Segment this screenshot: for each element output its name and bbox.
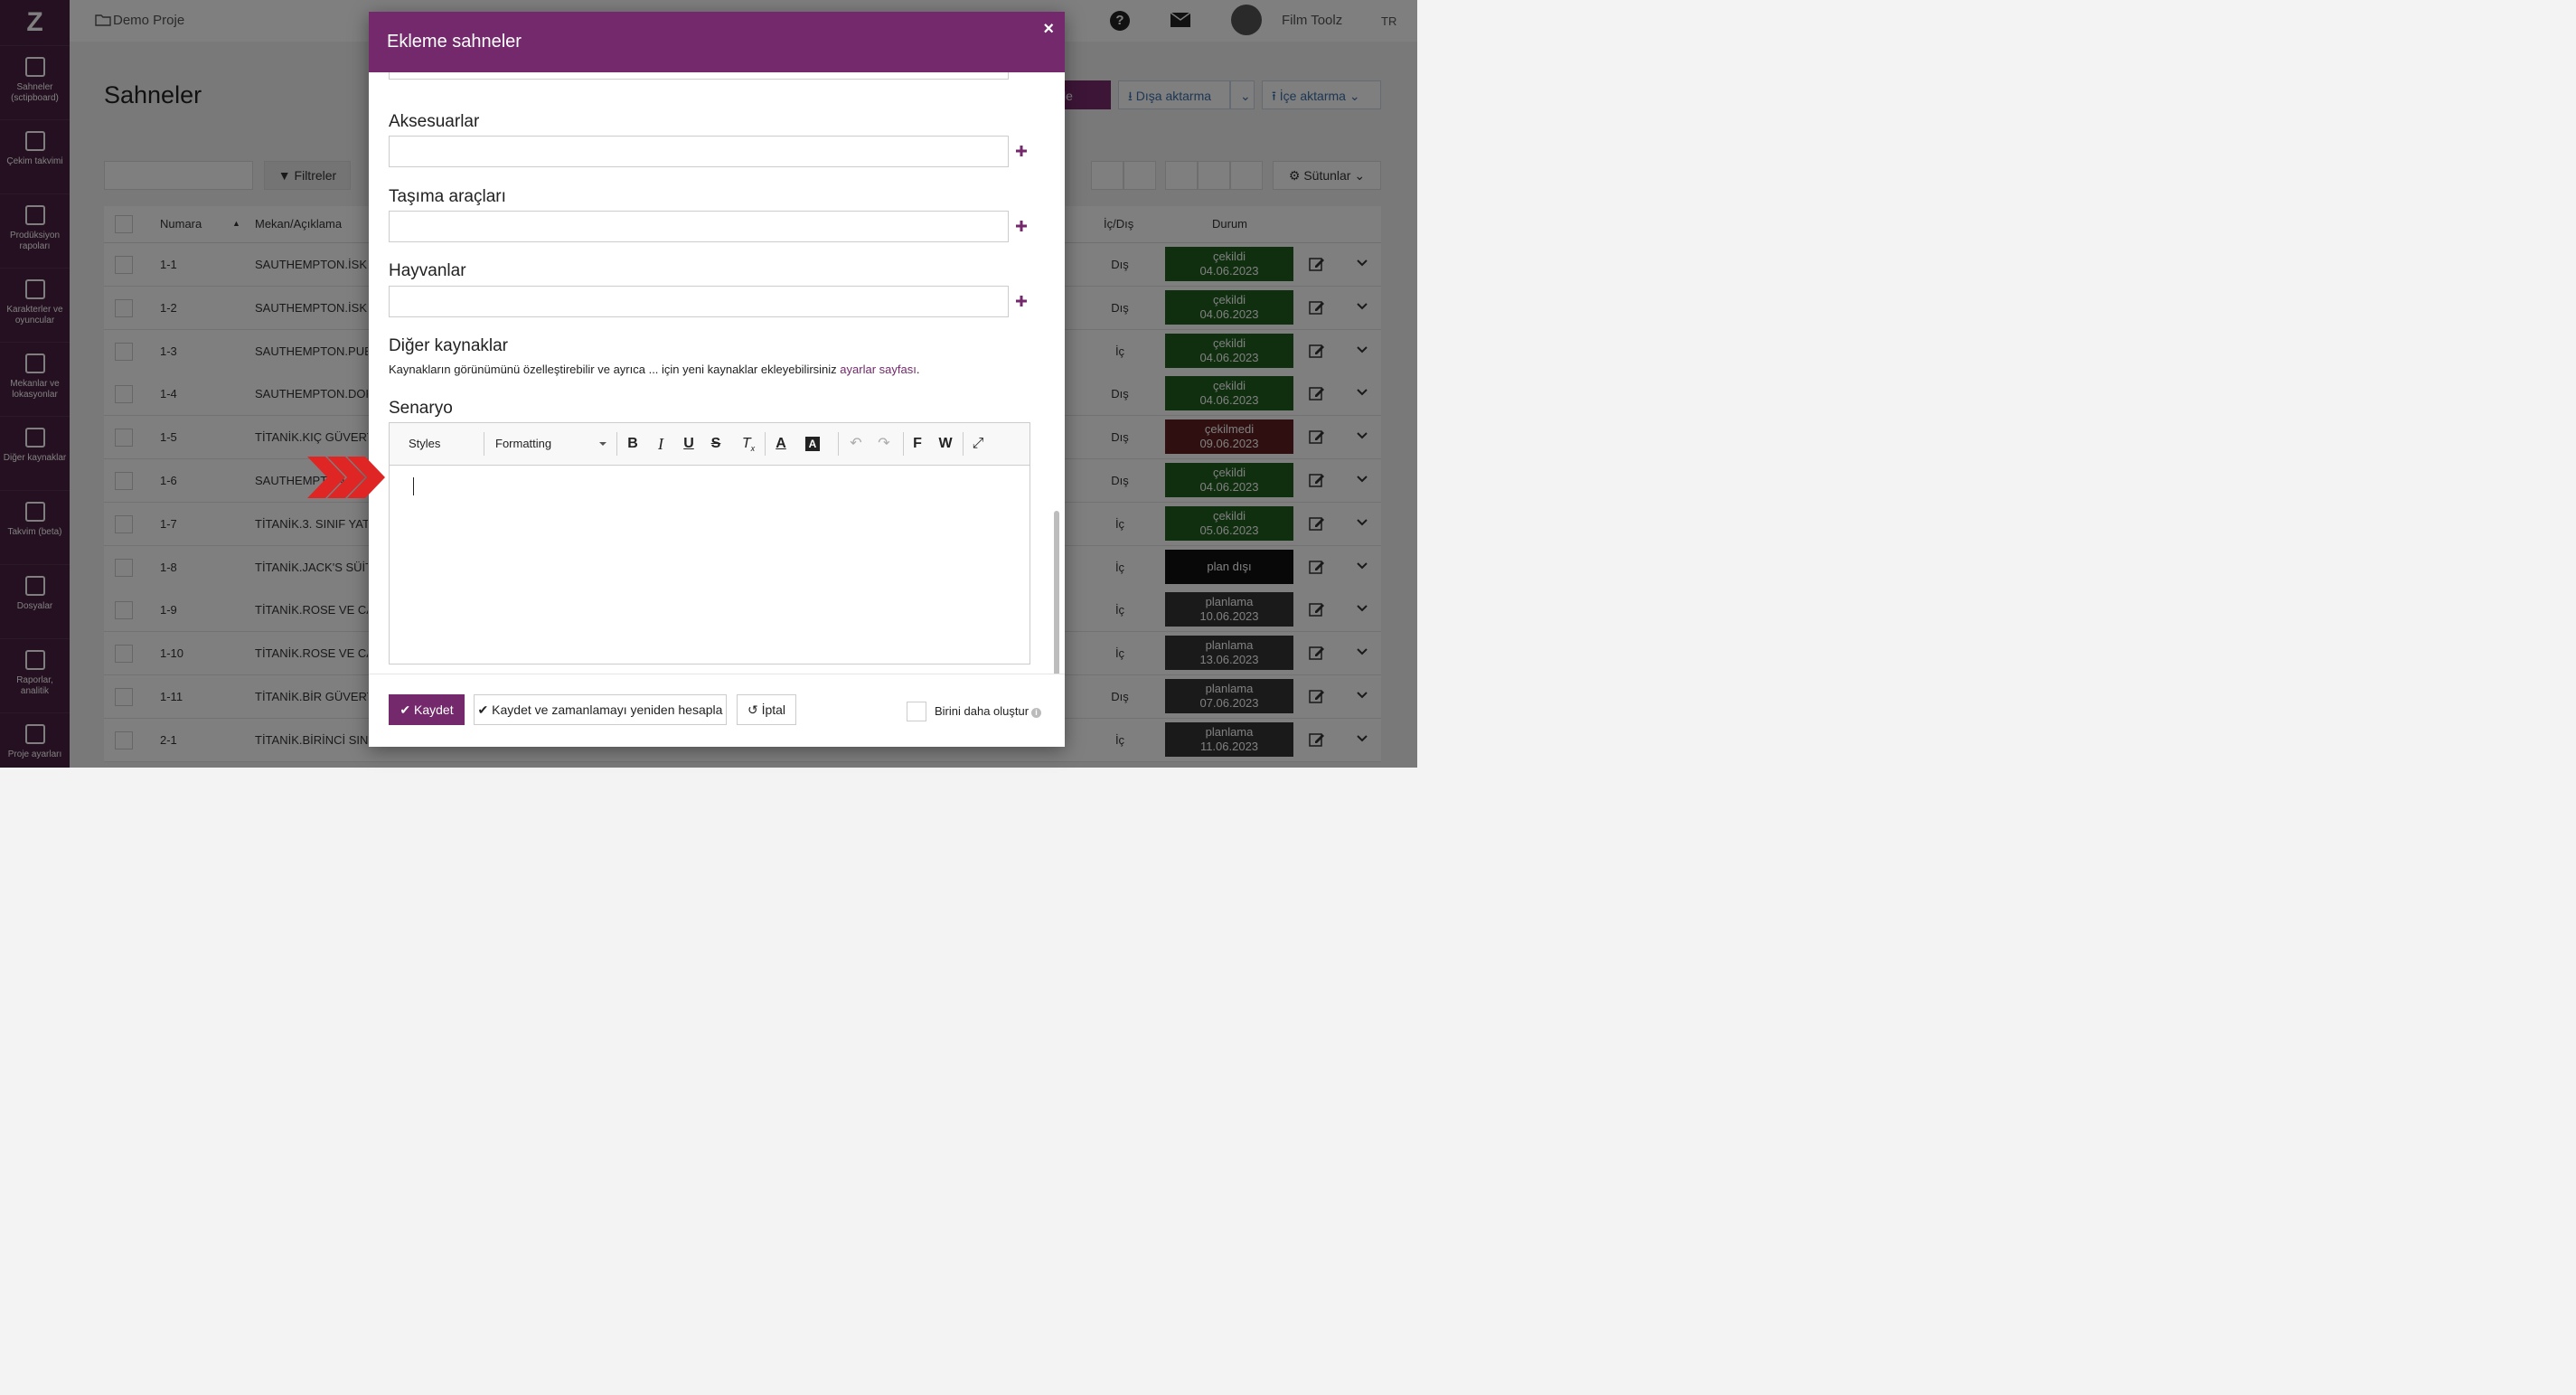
vehicles-label: Taşıma araçları: [389, 187, 506, 206]
italic-icon[interactable]: I: [651, 434, 671, 454]
add-scene-modal: Ekleme sahneler × Aksesuarlar Taşıma ara…: [369, 12, 1065, 747]
resources-help-text: Kaynakların görünümünü özelleştirebilir …: [389, 363, 919, 376]
info-icon[interactable]: i: [1031, 708, 1042, 718]
modal-header: Ekleme sahneler ×: [369, 12, 1065, 72]
settings-page-link[interactable]: ayarlar sayfası: [840, 363, 917, 376]
toolbar-separator: [838, 432, 839, 456]
modal-title: Ekleme sahneler: [387, 32, 522, 52]
add-animal-plus-icon[interactable]: [1015, 295, 1028, 307]
editor-content-area[interactable]: [390, 466, 1029, 664]
clear-format-icon[interactable]: Tx: [738, 434, 758, 454]
add-accessory-plus-icon[interactable]: [1015, 145, 1028, 157]
close-icon[interactable]: ×: [1043, 19, 1054, 40]
script-editor: Styles Formatting B I U S Tx A A ↶ ↷ F W: [389, 422, 1030, 665]
create-another-text: Birini daha oluştur: [935, 704, 1029, 718]
bold-icon[interactable]: B: [623, 434, 643, 454]
modal-scrollbar[interactable]: [1054, 511, 1059, 674]
strikethrough-icon[interactable]: S: [706, 434, 726, 454]
previous-field-input[interactable]: [389, 72, 1009, 80]
editor-toolbar: Styles Formatting B I U S Tx A A ↶ ↷ F W: [390, 423, 1029, 466]
red-arrows-annotation: [307, 457, 385, 498]
toolbar-separator: [765, 432, 766, 456]
accessories-label: Aksesuarlar: [389, 112, 480, 131]
toolbar-separator: [903, 432, 904, 456]
toolbar-separator: [616, 432, 617, 456]
cancel-label: İptal: [761, 702, 786, 717]
create-another-checkbox[interactable]: [907, 702, 926, 721]
save-label: Kaydet: [414, 702, 454, 717]
fullscreen-icon[interactable]: ⤢: [968, 434, 988, 454]
text-caret: [413, 477, 414, 495]
other-resources-label: Diğer kaynaklar: [389, 336, 508, 355]
modal-body: Aksesuarlar Taşıma araçları Hayvanlar Di…: [369, 72, 1065, 674]
underline-icon[interactable]: U: [679, 434, 699, 454]
save-button[interactable]: ✔ Kaydet: [389, 694, 465, 725]
toolbar-separator: [963, 432, 964, 456]
background-color-icon[interactable]: A: [805, 437, 820, 451]
undo-icon[interactable]: ↶: [846, 434, 866, 454]
redo-icon[interactable]: ↷: [874, 434, 894, 454]
word-icon[interactable]: W: [935, 434, 955, 454]
text-color-icon[interactable]: A: [771, 434, 791, 454]
cancel-button[interactable]: ↺ İptal: [737, 694, 796, 725]
vehicles-input[interactable]: [389, 211, 1009, 242]
animals-label: Hayvanlar: [389, 261, 466, 280]
help-text-body: Kaynakların görünümünü özelleştirebilir …: [389, 363, 841, 376]
save-recalculate-button[interactable]: ✔ Kaydet ve zamanlamayı yeniden hesapla: [474, 694, 727, 725]
accessories-input[interactable]: [389, 136, 1009, 167]
chevron-down-icon[interactable]: [599, 442, 606, 446]
formatting-dropdown[interactable]: Formatting: [495, 437, 551, 450]
script-label: Senaryo: [389, 399, 453, 418]
save-recalculate-label: Kaydet ve zamanlamayı yeniden hesapla: [492, 702, 723, 717]
help-text-end: .: [916, 363, 920, 376]
final-draft-icon[interactable]: F: [907, 434, 927, 454]
add-vehicle-plus-icon[interactable]: [1015, 220, 1028, 232]
modal-footer: ✔ Kaydet ✔ Kaydet ve zamanlamayı yeniden…: [369, 674, 1065, 748]
styles-dropdown[interactable]: Styles: [409, 437, 440, 450]
animals-input[interactable]: [389, 286, 1009, 317]
create-another-label: Birini daha oluştur i: [935, 704, 1042, 718]
